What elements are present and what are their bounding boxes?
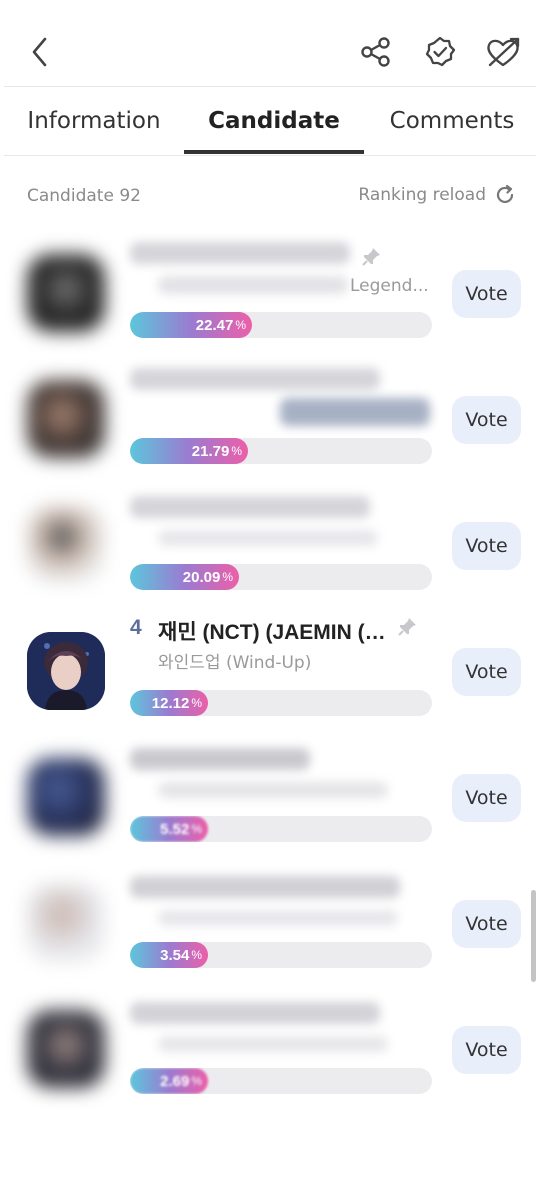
blurred-agency: [158, 782, 388, 798]
avatar: [27, 1010, 105, 1088]
ranking-reload-label: Ranking reload: [358, 185, 486, 205]
candidate-count: Candidate 92: [27, 186, 141, 206]
vote-progress-bar: 22.47%: [130, 312, 432, 338]
vote-progress-bar: 3.54%: [130, 942, 432, 968]
vote-percent: 12.12: [151, 694, 190, 712]
vote-progress-bar: 21.79%: [130, 438, 432, 464]
candidate-info: [130, 358, 430, 438]
candidate-info: [130, 862, 430, 942]
verified-badge-icon: [425, 36, 456, 67]
vote-percent: 2.69: [160, 1072, 190, 1090]
vote-button[interactable]: Vote: [452, 900, 521, 948]
agency-label: 와인드업 (Wind-Up): [158, 653, 312, 673]
top-bar: [0, 0, 540, 86]
vote-button[interactable]: Vote: [452, 1026, 521, 1074]
vote-percent: 5.52: [160, 820, 190, 838]
chevron-left-icon: [32, 37, 47, 67]
agency-label: Legend...: [350, 276, 429, 296]
refresh-icon: [496, 184, 514, 204]
list-item[interactable]: 21.79% Vote: [0, 358, 540, 468]
pin-icon[interactable]: [396, 616, 418, 638]
list-item[interactable]: 5.52% Vote: [0, 736, 540, 846]
candidate-info: [130, 484, 430, 564]
vote-percent: 22.47: [195, 316, 234, 334]
blurred-name: [130, 496, 370, 518]
vote-button[interactable]: Vote: [452, 774, 521, 822]
vote-percent: 3.54: [160, 946, 190, 964]
list-item[interactable]: Legend... 22.47% Vote: [0, 232, 540, 342]
percent-sign: %: [222, 570, 233, 584]
blurred-name: [130, 876, 400, 898]
tabs-divider: [4, 155, 536, 156]
vote-progress-fill: 3.54%: [130, 942, 208, 968]
avatar: [27, 380, 105, 458]
share-button[interactable]: [354, 30, 398, 74]
blurred-name: [130, 242, 350, 264]
list-item[interactable]: 20.09% Vote: [0, 484, 540, 594]
vote-progress-fill: 2.69%: [130, 1068, 208, 1094]
header-divider: [4, 86, 536, 87]
tab-comments[interactable]: Comments: [364, 88, 540, 154]
avatar: [27, 632, 105, 710]
candidate-name: 재민 (NCT) (JAEMIN (N...: [158, 621, 388, 644]
blurred-name: [130, 368, 380, 390]
blurred-name: [130, 748, 310, 770]
tab-information[interactable]: Information: [4, 88, 184, 154]
rank-number: 4: [130, 616, 142, 639]
candidate-subheader: Candidate 92 Ranking reload: [0, 184, 540, 210]
percent-sign: %: [191, 1074, 202, 1088]
active-tab-indicator: [184, 150, 364, 154]
vote-progress-bar: 5.52%: [130, 816, 432, 842]
blurred-agency: [280, 398, 430, 426]
vote-button[interactable]: Vote: [452, 396, 521, 444]
percent-sign: %: [191, 696, 202, 710]
vote-progress-fill: 22.47%: [130, 312, 252, 338]
favorite-button[interactable]: [481, 30, 525, 74]
verify-button[interactable]: [418, 30, 462, 74]
candidate-info: Legend...: [130, 232, 430, 312]
vote-progress-fill: 21.79%: [130, 438, 248, 464]
vote-button[interactable]: Vote: [452, 522, 521, 570]
candidate-info: 4 재민 (NCT) (JAEMIN (N... 와인드업 (Wind-Up): [130, 610, 430, 690]
share-icon: [361, 37, 390, 67]
heart-arrow-icon: [487, 37, 520, 67]
vote-progress-fill: 12.12%: [130, 690, 208, 716]
avatar: [27, 758, 105, 836]
blurred-agency: [158, 530, 378, 546]
scrollbar[interactable]: [531, 890, 536, 982]
vote-progress-fill: 20.09%: [130, 564, 239, 590]
vote-progress-bar: 20.09%: [130, 564, 432, 590]
vote-progress-bar: 2.69%: [130, 1068, 432, 1094]
percent-sign: %: [191, 822, 202, 836]
tab-bar: Information Candidate Comments: [0, 88, 540, 154]
percent-sign: %: [231, 444, 242, 458]
candidate-info: [130, 736, 430, 816]
avatar: [27, 254, 105, 332]
avatar: [27, 884, 105, 962]
vote-progress-fill: 5.52%: [130, 816, 208, 842]
blurred-agency: [158, 276, 348, 294]
list-item[interactable]: 4 재민 (NCT) (JAEMIN (N... 와인드업 (Wind-Up) …: [0, 610, 540, 720]
avatar: [27, 506, 105, 584]
avatar-image: [27, 632, 105, 710]
ranking-reload-button[interactable]: Ranking reload: [358, 184, 516, 206]
blurred-name: [130, 1002, 380, 1024]
blurred-agency: [158, 910, 398, 926]
vote-percent: 21.79: [191, 442, 230, 460]
vote-button[interactable]: Vote: [452, 648, 521, 696]
blurred-agency: [158, 1036, 388, 1052]
pin-icon[interactable]: [360, 246, 382, 268]
candidate-info: [130, 988, 430, 1068]
vote-button[interactable]: Vote: [452, 270, 521, 318]
tab-candidate[interactable]: Candidate: [184, 88, 364, 154]
vote-progress-bar: 12.12%: [130, 690, 432, 716]
vote-percent: 20.09: [182, 568, 221, 586]
percent-sign: %: [235, 318, 246, 332]
list-item[interactable]: 3.54% Vote: [0, 862, 540, 972]
back-button[interactable]: [18, 30, 62, 74]
percent-sign: %: [191, 948, 202, 962]
list-item[interactable]: 2.69% Vote: [0, 988, 540, 1098]
